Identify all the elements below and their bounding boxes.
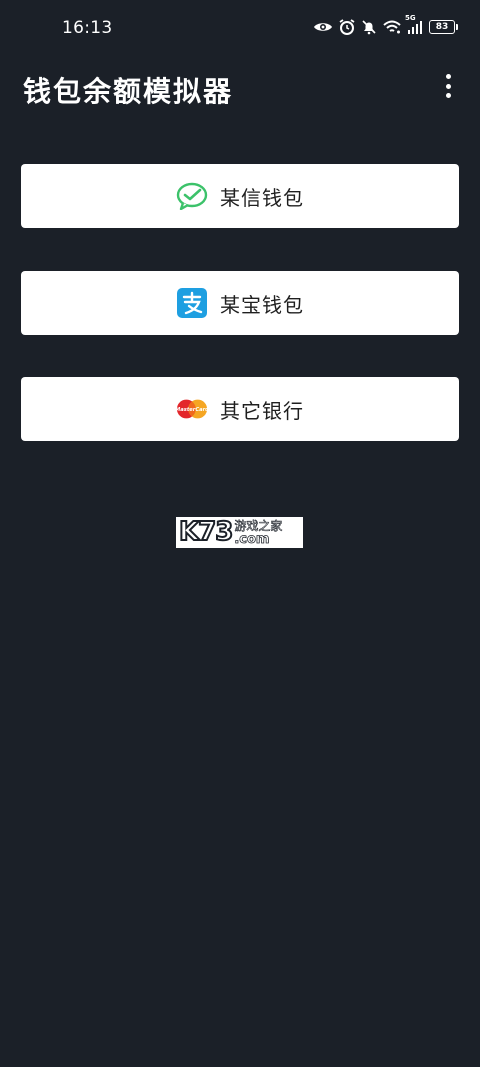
network-type: 5G — [405, 14, 416, 22]
battery-icon: 83 — [429, 20, 458, 34]
button-label: 某宝钱包 — [220, 292, 304, 317]
k73-watermark: K73 游戏之家 .com — [176, 516, 303, 548]
other-bank-button[interactable]: MasterCard 其它银行 — [21, 377, 459, 441]
status-time: 16:13 — [62, 18, 113, 38]
watermark-cn: 游戏之家 — [234, 518, 283, 533]
alipay-wallet-button[interactable]: 某宝钱包 — [21, 271, 459, 335]
alipay-icon — [176, 287, 208, 319]
svg-text:MasterCard: MasterCard — [176, 407, 208, 413]
watermark-domain: .com — [234, 531, 270, 547]
mastercard-icon: MasterCard — [176, 393, 208, 425]
signal-icon: 5G — [405, 14, 423, 34]
watermark-brand: K73 — [178, 516, 234, 548]
eye-icon — [313, 20, 333, 34]
wechat-wallet-button[interactable]: 某信钱包 — [21, 164, 459, 228]
status-bar: 16:13 5G 83 — [0, 0, 480, 58]
app-title: 钱包余额模拟器 — [23, 75, 234, 108]
wechat-icon — [176, 180, 208, 212]
alarm-icon — [339, 19, 355, 35]
more-vert-icon[interactable] — [440, 72, 456, 100]
app-bar: 钱包余额模拟器 — [0, 58, 480, 120]
battery-level: 83 — [435, 22, 449, 32]
button-label: 某信钱包 — [220, 185, 304, 210]
button-label: 其它银行 — [220, 398, 304, 423]
wifi-icon — [383, 20, 401, 34]
status-icons: 5G 83 — [313, 14, 458, 35]
mute-icon — [361, 19, 377, 35]
